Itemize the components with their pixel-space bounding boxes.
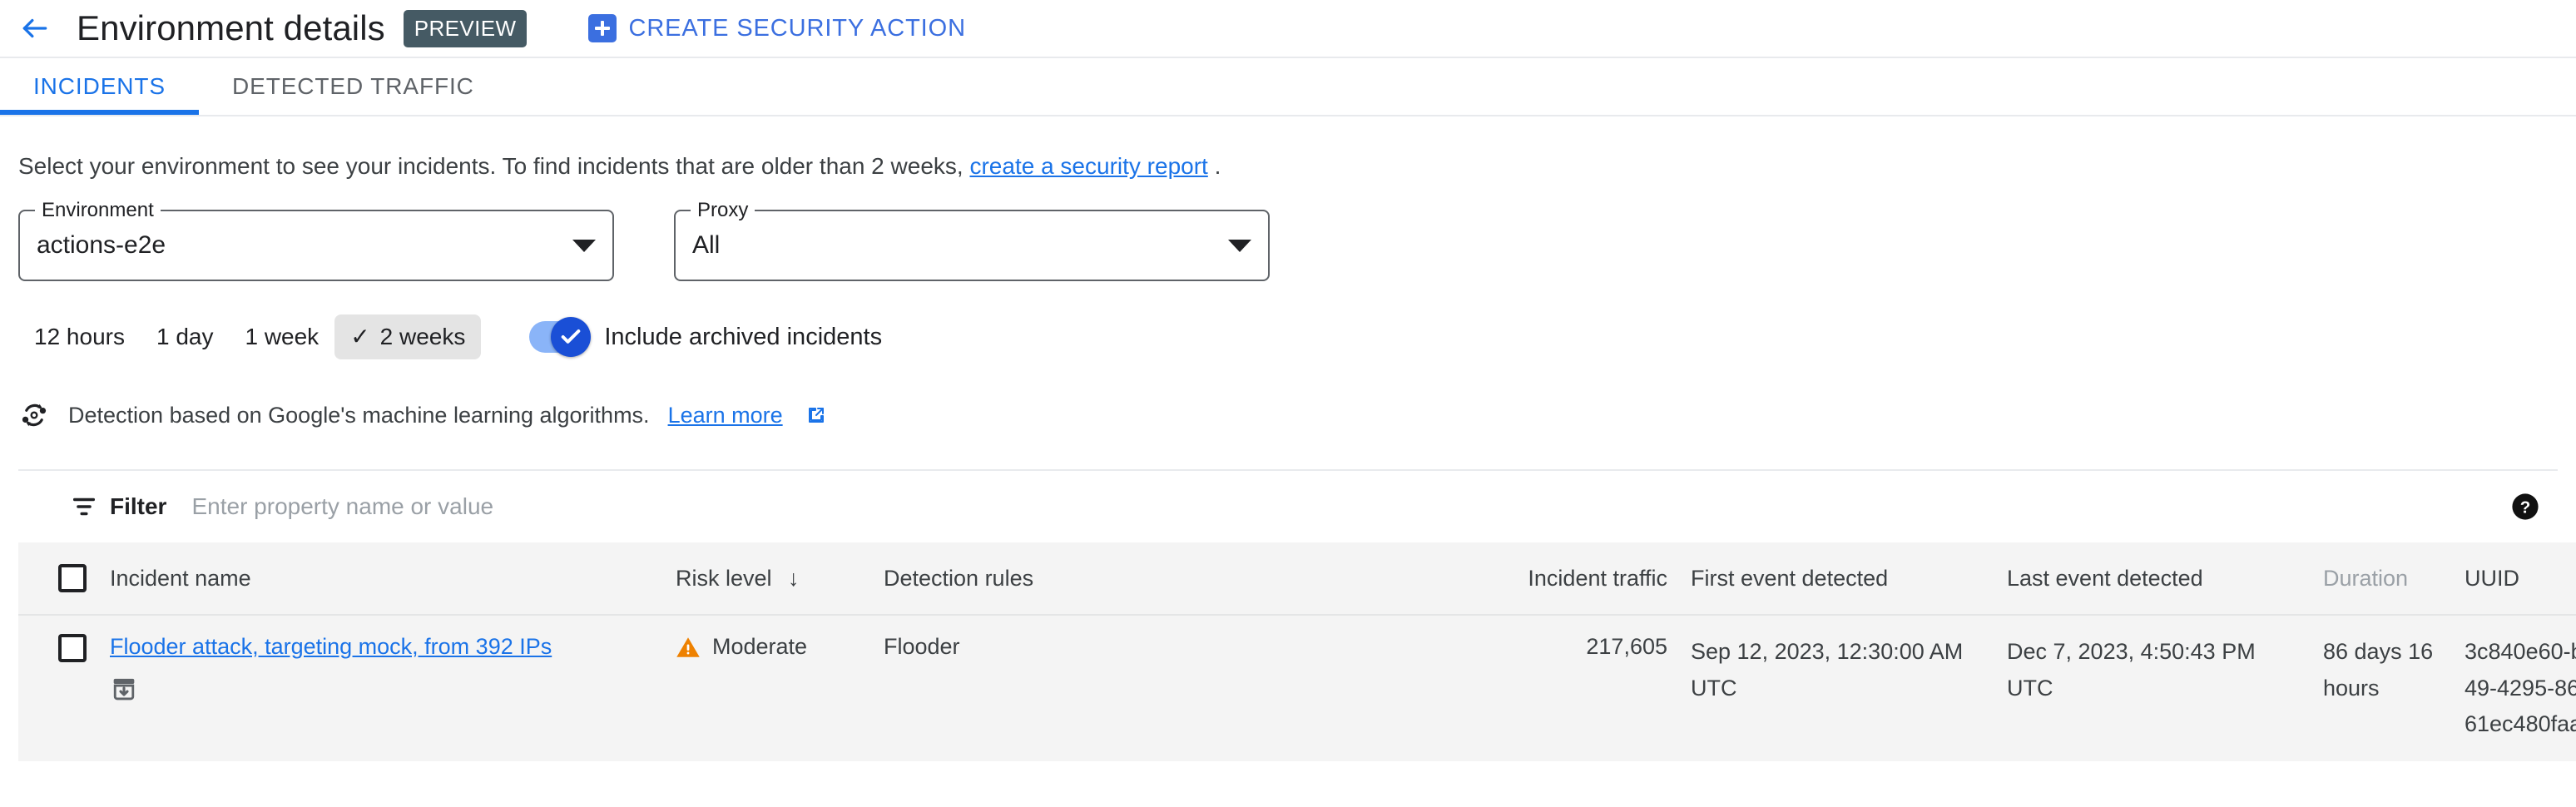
time-range-12-hours[interactable]: 12 hours [18, 314, 141, 359]
time-range-row: 12 hours 1 day 1 week ✓ 2 weeks In [18, 314, 2558, 359]
ml-detection-note: Detection based on Google's machine lear… [18, 399, 2558, 431]
page-title: Environment details [77, 8, 385, 48]
warning-triangle-icon [676, 635, 701, 660]
filter-list-icon [70, 493, 110, 521]
cell-incident-traffic: 217,605 [1404, 615, 1679, 761]
toggle-knob [551, 317, 591, 357]
cell-first-event-detected: Sep 12, 2023, 12:30:00 AM UTC [1679, 615, 1995, 761]
preview-badge: PREVIEW [404, 10, 528, 47]
learn-more-link[interactable]: Learn more [668, 403, 783, 428]
create-security-action-label: CREATE SECURITY ACTION [628, 15, 965, 42]
column-header-first-event-detected[interactable]: First event detected [1679, 542, 1995, 615]
main-content: Select your environment to see your inci… [0, 116, 2576, 761]
time-range-1-week-label: 1 week [245, 324, 319, 350]
chevron-down-icon [1228, 240, 1251, 252]
incidents-table: Incident name Risk level ↓ Detection rul… [18, 542, 2576, 761]
tab-bar: INCIDENTS DETECTED TRAFFIC [0, 57, 2576, 116]
column-header-detection-rules[interactable]: Detection rules [872, 542, 1404, 615]
filter-input[interactable] [190, 493, 2511, 521]
time-range-12-hours-label: 12 hours [34, 324, 125, 350]
column-header-incident-name[interactable]: Incident name [98, 542, 664, 615]
proxy-select[interactable]: Proxy All [674, 210, 1270, 281]
tab-incidents[interactable]: INCIDENTS [0, 58, 199, 115]
chevron-down-icon [572, 240, 596, 252]
environment-select-label: Environment [35, 199, 161, 222]
intro-text-after: . [1215, 153, 1221, 179]
table-header-row: Incident name Risk level ↓ Detection rul… [18, 542, 2576, 615]
cell-last-event-detected: Dec 7, 2023, 4:50:43 PM UTC [1995, 615, 2311, 761]
incident-name-link[interactable]: Flooder attack, targeting mock, from 392… [110, 634, 552, 659]
page-header: Environment details PREVIEW CREATE SECUR… [0, 0, 2576, 57]
time-range-2-weeks[interactable]: ✓ 2 weeks [334, 314, 481, 359]
filter-label: Filter [110, 493, 166, 520]
column-header-duration[interactable]: Duration [2311, 542, 2453, 615]
column-header-last-event-detected[interactable]: Last event detected [1995, 542, 2311, 615]
environment-select[interactable]: Environment actions-e2e [18, 210, 614, 281]
toggle-track [529, 321, 586, 353]
cell-risk-level: Moderate [664, 615, 872, 761]
model-training-icon [18, 399, 50, 431]
cell-duration: 86 days 16 hours [2311, 615, 2453, 761]
arrow-back-icon [19, 12, 51, 44]
archive-icon[interactable] [110, 675, 652, 703]
select-all-checkbox[interactable] [58, 564, 87, 592]
open-in-new-icon [806, 405, 826, 425]
create-security-report-link[interactable]: create a security report [969, 153, 1207, 179]
intro-text-before: Select your environment to see your inci… [18, 153, 964, 179]
incidents-table-head: Incident name Risk level ↓ Detection rul… [18, 542, 2576, 615]
proxy-select-value: All [692, 231, 1228, 260]
filter-bar: Filter ? [18, 471, 2558, 542]
time-range-1-day[interactable]: 1 day [141, 314, 230, 359]
intro-text: Select your environment to see your inci… [18, 116, 2558, 180]
environment-select-value: actions-e2e [37, 231, 572, 260]
column-header-incident-traffic[interactable]: Incident traffic [1404, 542, 1679, 615]
incidents-table-body: Flooder attack, targeting mock, from 392… [18, 615, 2576, 761]
time-range-2-weeks-label: 2 weeks [380, 324, 466, 350]
help-icon[interactable]: ? [2511, 493, 2539, 521]
row-select-cell [18, 615, 98, 761]
row-checkbox[interactable] [58, 634, 87, 662]
cell-incident-name: Flooder attack, targeting mock, from 392… [98, 615, 664, 761]
sort-desc-icon: ↓ [788, 566, 800, 591]
include-archived-toggle[interactable]: Include archived incidents [529, 321, 882, 353]
cell-detection-rules: Flooder [872, 615, 1404, 761]
ml-note-text: Detection based on Google's machine lear… [68, 403, 650, 428]
time-range-1-day-label: 1 day [156, 324, 214, 350]
cell-uuid: 3c840e60-b949-4295-865f-61ec480faa42 [2453, 615, 2576, 761]
column-header-risk-level-label: Risk level [676, 566, 772, 591]
column-header-risk-level[interactable]: Risk level ↓ [664, 542, 872, 615]
check-icon: ✓ [350, 325, 369, 349]
incidents-table-card: Filter ? Incident name Risk level [18, 469, 2558, 761]
include-archived-label: Include archived incidents [604, 324, 882, 351]
column-header-uuid[interactable]: UUID [2453, 542, 2576, 615]
risk-level-label: Moderate [712, 634, 807, 660]
select-all-cell [18, 542, 98, 615]
back-button[interactable] [12, 5, 58, 52]
table-row[interactable]: Flooder attack, targeting mock, from 392… [18, 615, 2576, 761]
create-security-action-button[interactable]: CREATE SECURITY ACTION [588, 14, 965, 42]
check-icon [559, 325, 582, 349]
tab-incidents-label: INCIDENTS [33, 73, 166, 100]
tab-detected-traffic[interactable]: DETECTED TRAFFIC [199, 58, 508, 115]
add-box-icon [588, 14, 617, 42]
proxy-select-label: Proxy [691, 199, 755, 222]
time-range-1-week[interactable]: 1 week [229, 314, 334, 359]
filter-selectors: Environment actions-e2e Proxy All [18, 210, 2558, 281]
svg-text:?: ? [2520, 498, 2531, 517]
tab-detected-traffic-label: DETECTED TRAFFIC [232, 73, 474, 100]
